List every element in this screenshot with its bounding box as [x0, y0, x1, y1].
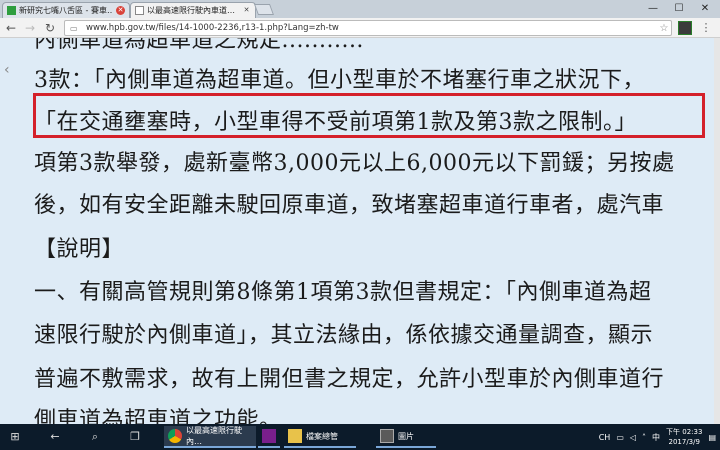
scroll-left-arrow-icon[interactable]: ‹	[4, 62, 10, 78]
menu-icon[interactable]: ⋮	[698, 20, 714, 36]
text-line: 3款：「內側車道為超車道。但小型車於不堵塞行車之狀況下，	[34, 68, 645, 93]
extension-icon[interactable]	[678, 21, 692, 35]
taskbar-app-photos[interactable]: 圖片	[376, 426, 436, 448]
bookmark-star-icon[interactable]: ☆	[657, 23, 671, 34]
text-line: 後，如有安全距離未駛回原車道，致堵塞超車道行車者，處汽車	[34, 193, 665, 218]
system-tray: CH ▭ ◁ ˄ 中 下午 02:33 2017/3/9 ▤	[599, 424, 720, 450]
text-line: 普遍不敷需求，故有上開但書之規定，允許小型車於內側車道行	[34, 367, 665, 392]
tab-label: 新研究七嘴八舌區 - 賽車…	[19, 6, 113, 15]
clock[interactable]: 下午 02:33 2017/3/9	[666, 427, 702, 447]
maximize-button[interactable]: ☐	[666, 0, 692, 18]
close-tab-icon[interactable]: ✕	[116, 6, 125, 15]
page-info-icon[interactable]: ▭	[70, 24, 82, 33]
taskbar-app-explorer[interactable]: 檔案總管	[284, 426, 356, 448]
taskbar-app-label: 檔案總管	[306, 431, 338, 441]
notification-icon[interactable]: ▤	[708, 433, 716, 442]
vertical-scrollbar[interactable]	[714, 38, 720, 424]
browser-toolbar: ← → ↻ ▭ www.hpb.gov.tw/files/14-1000-223…	[0, 18, 720, 38]
app-icon	[262, 429, 276, 443]
forum-favicon-icon	[7, 6, 16, 15]
volume-icon[interactable]: ◁	[630, 433, 636, 442]
minimize-button[interactable]: —	[640, 0, 666, 18]
section-heading: 【說明】	[34, 237, 125, 262]
task-view-icon[interactable]: ❐	[126, 428, 144, 446]
address-bar[interactable]: ▭ www.hpb.gov.tw/files/14-1000-2236,r13-…	[64, 20, 672, 36]
input-mode-icon[interactable]: 中	[652, 432, 660, 443]
url-text: www.hpb.gov.tw/files/14-1000-2236,r13-1.…	[86, 23, 339, 33]
taskbar-app-chrome[interactable]: 以最高速限行駛內…	[164, 426, 256, 448]
page-favicon-icon	[135, 6, 144, 15]
page-content: ‹ 內側車道為超車道之規定........... 3款：「內側車道為超車道。但小…	[0, 38, 720, 424]
close-tab-icon[interactable]: ✕	[242, 6, 251, 15]
new-tab-button[interactable]	[253, 4, 275, 15]
red-highlight-box	[33, 93, 705, 138]
text-line: 內側車道為超車道之規定...........	[34, 38, 364, 53]
input-language[interactable]: CH	[599, 433, 611, 442]
text-line: 項第3款舉發，處新臺幣3,000元以上6,000元以下罰鍰；另按處	[34, 151, 675, 176]
folder-icon	[288, 429, 302, 443]
tab-strip: 新研究七嘴八舌區 - 賽車… ✕ 以最高速限行駛內車道… ✕ — ☐ ✕	[0, 0, 720, 18]
start-windows-icon[interactable]: ⊞	[6, 428, 24, 446]
taskbar-app-label: 圖片	[398, 431, 414, 441]
back-arrow-icon[interactable]: ←	[46, 428, 64, 446]
chevron-up-icon[interactable]: ˄	[642, 433, 646, 442]
clock-time: 下午 02:33	[666, 428, 703, 436]
back-arrow-icon[interactable]: ←	[3, 20, 19, 36]
taskbar-app-purple[interactable]	[258, 426, 280, 448]
tab-hpb[interactable]: 以最高速限行駛內車道… ✕	[130, 2, 256, 18]
photos-icon	[380, 429, 394, 443]
search-icon[interactable]: ⌕	[86, 428, 104, 446]
taskbar: ⊞ ← ⌕ ❐ 以最高速限行駛內… 檔案總管 圖片 CH ▭ ◁ ˄ 中 下午 …	[0, 424, 720, 450]
taskbar-app-label: 以最高速限行駛內…	[186, 426, 242, 446]
network-icon[interactable]: ▭	[616, 433, 624, 442]
reload-icon[interactable]: ↻	[42, 20, 58, 36]
clock-date: 2017/3/9	[668, 438, 700, 446]
tab-label: 以最高速限行駛內車道…	[147, 6, 235, 15]
forward-arrow-icon[interactable]: →	[22, 20, 38, 36]
text-line: 一、有關高管規則第8條第1項第3款但書規定：「內側車道為超	[34, 280, 652, 305]
text-line: 速限行駛於內側車道」，其立法緣由，係依據交通量調查，顯示	[34, 323, 654, 348]
tab-forum[interactable]: 新研究七嘴八舌區 - 賽車… ✕	[2, 2, 130, 18]
chrome-icon	[168, 429, 182, 443]
window-close-button[interactable]: ✕	[692, 0, 718, 18]
text-line: 側車道為超車道之功能。	[34, 408, 282, 424]
